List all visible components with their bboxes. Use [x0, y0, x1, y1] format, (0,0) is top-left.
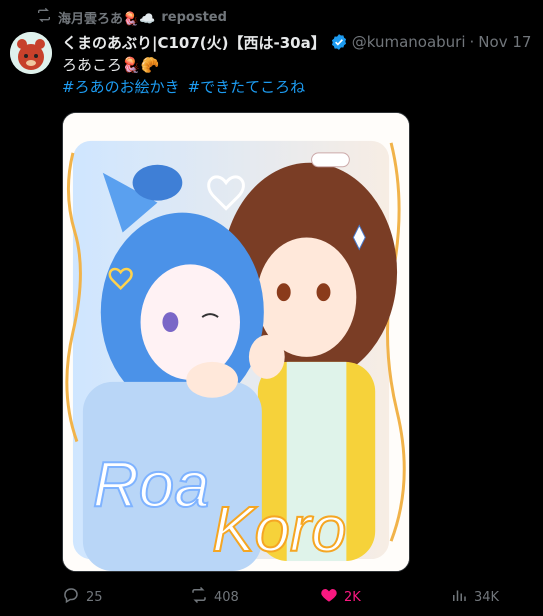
reply-button[interactable]: 25	[62, 586, 103, 608]
views-count: 34K	[474, 589, 500, 605]
repost-icon	[36, 7, 52, 27]
views-button[interactable]: 34K	[450, 586, 499, 608]
media-image[interactable]: Roa Koro	[62, 112, 410, 572]
author-handle[interactable]: @kumanoaburi	[352, 33, 466, 51]
like-count: 2K	[344, 589, 361, 605]
reply-count: 25	[86, 589, 103, 605]
heart-icon	[320, 586, 338, 608]
repost-icon	[190, 586, 208, 608]
tweet-text: ろあころ🪼🥐	[62, 56, 160, 74]
reply-icon	[62, 586, 80, 608]
like-button[interactable]: 2K	[320, 586, 361, 608]
media-lettering-koro: Koro	[212, 494, 346, 565]
separator-dot: ·	[469, 33, 475, 51]
verified-badge-icon[interactable]	[330, 33, 348, 51]
views-icon	[450, 586, 468, 608]
repost-label: reposted	[161, 9, 227, 25]
author-display-name[interactable]: くまのあぶり|C107(火)【西は-30a】	[62, 32, 326, 53]
post-date[interactable]: Nov 17	[478, 33, 531, 51]
hashtag-link[interactable]: #できたてころね	[188, 77, 306, 97]
repost-header[interactable]: 海月雲ろあ🪼☁️ reposted	[36, 7, 227, 27]
reposter-name[interactable]: 海月雲ろあ🪼☁️	[58, 8, 155, 27]
avatar[interactable]	[10, 32, 52, 74]
media-lettering-roa: Roa	[93, 449, 210, 520]
repost-count: 408	[214, 589, 239, 605]
action-bar: 25 408 2K 34K	[62, 586, 532, 608]
hashtag-link[interactable]: #ろあのお絵かき	[62, 77, 180, 97]
repost-button[interactable]: 408	[190, 586, 239, 608]
hashtag-list: #ろあのお絵かき #できたてころね	[62, 77, 305, 97]
tweet-header: くまのあぶり|C107(火)【西は-30a】 @kumanoaburi · No…	[62, 32, 531, 52]
